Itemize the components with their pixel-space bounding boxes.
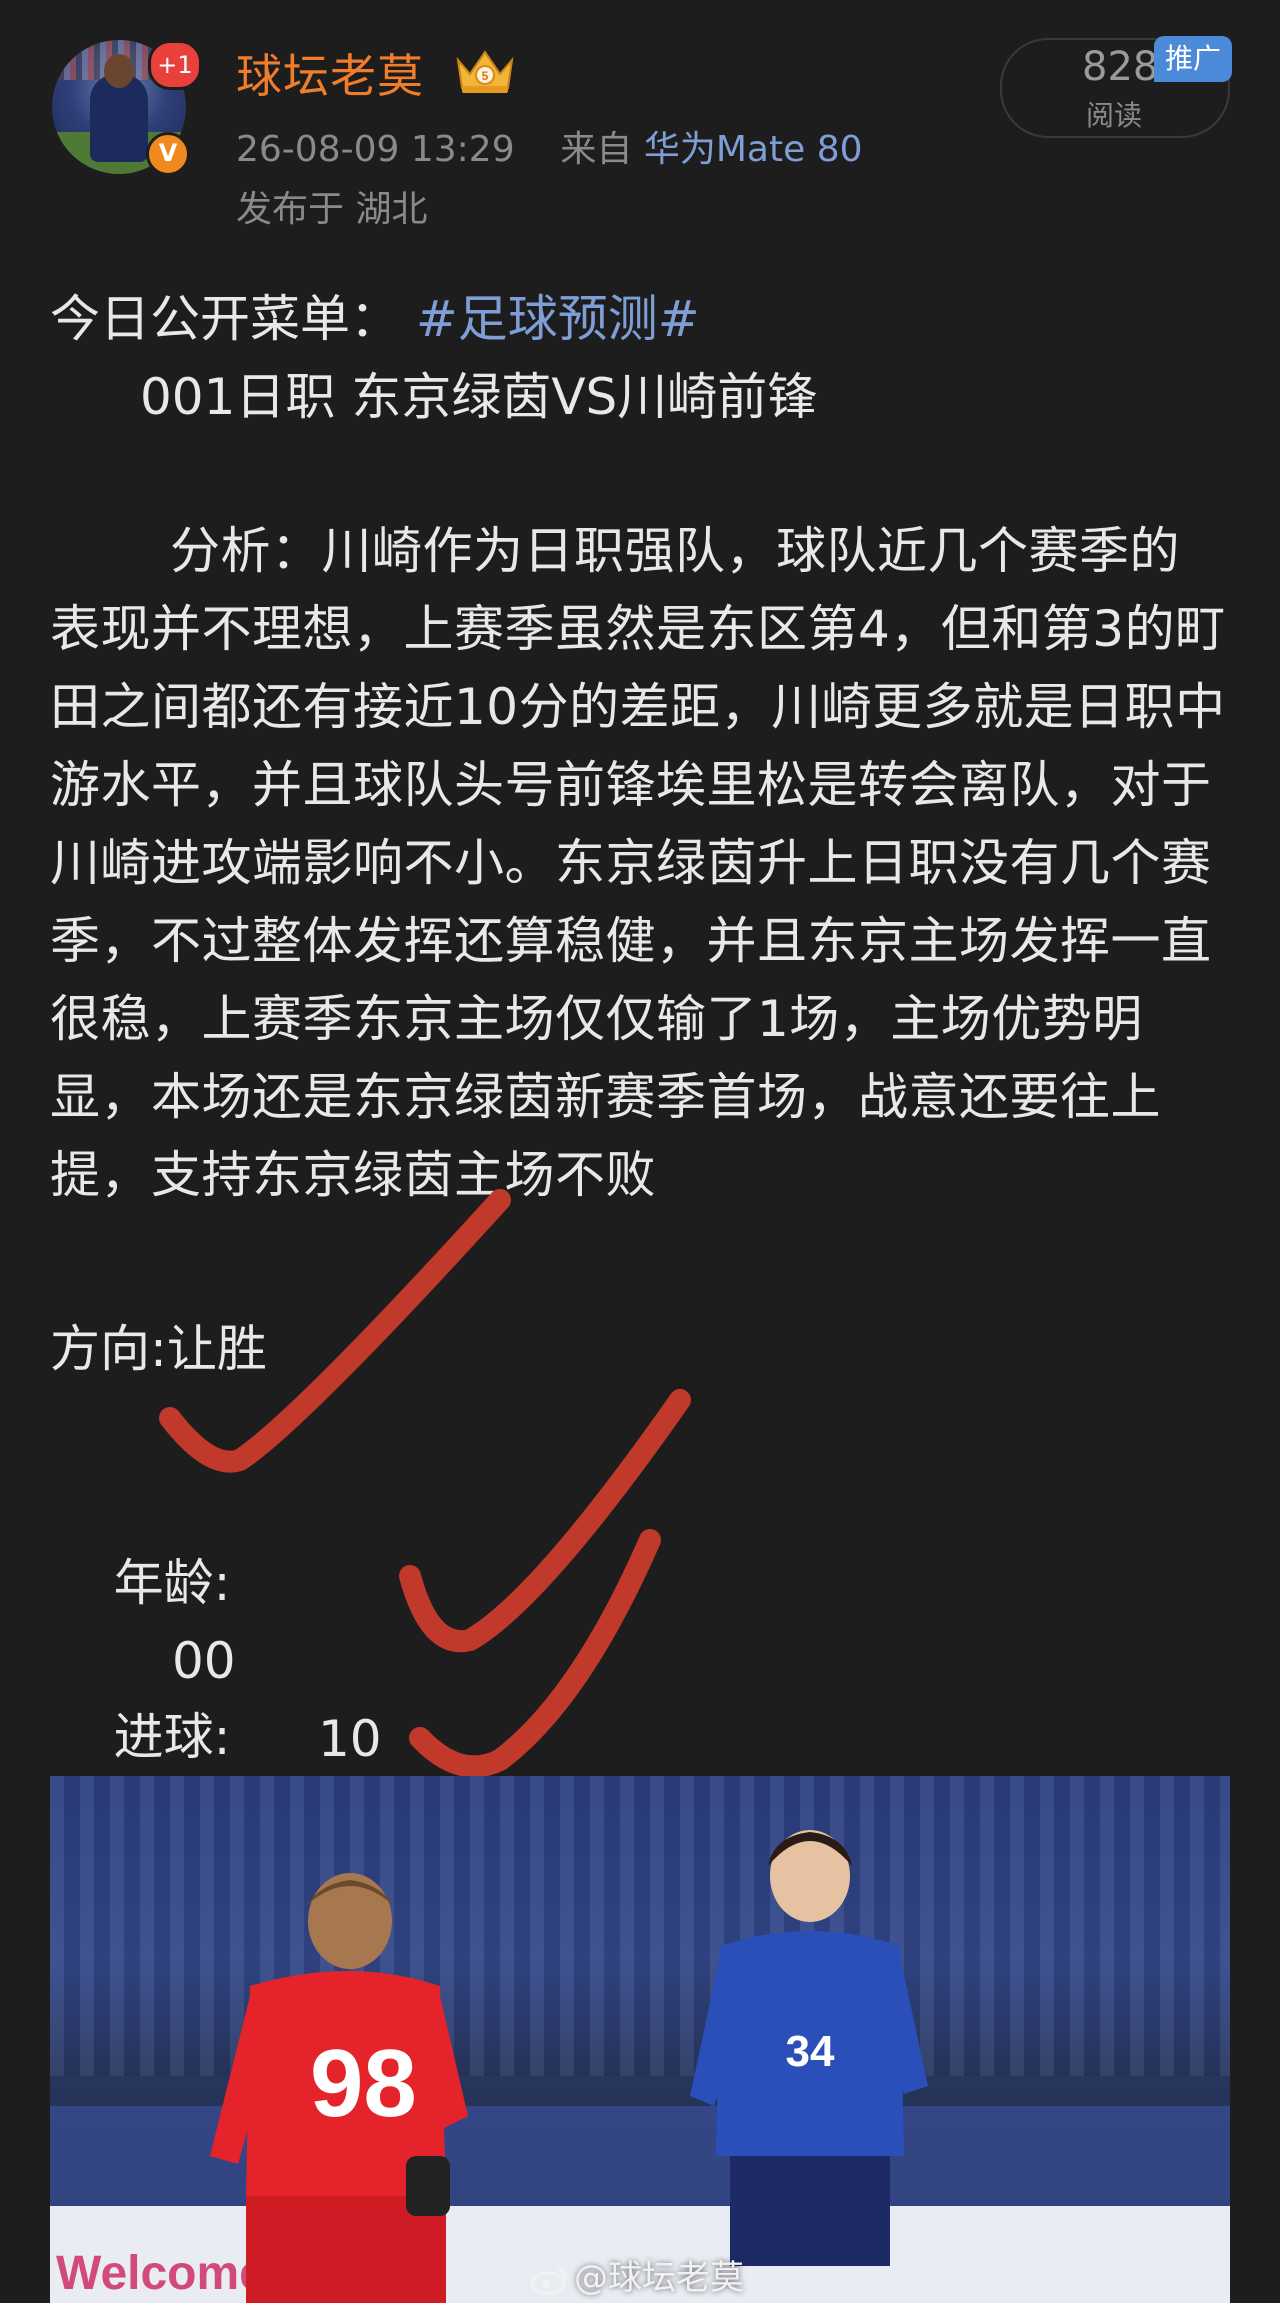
direction-label: 方向: xyxy=(50,1320,167,1378)
post-image[interactable]: Welcome 98 34 xyxy=(50,1776,1230,2303)
crown-icon: 5 xyxy=(456,50,514,93)
plus-badge: +1 xyxy=(148,40,202,90)
red-player-figure: 98 xyxy=(210,1873,468,2303)
username[interactable]: 球坛老莫 xyxy=(236,40,424,106)
red-player-number: 98 xyxy=(310,2030,417,2137)
svg-text:5: 5 xyxy=(482,69,489,83)
age-label: 年龄: xyxy=(113,1554,231,1612)
menu-intro: 今日公开菜单： xyxy=(50,290,400,348)
direction-value: 让胜 xyxy=(166,1320,267,1378)
match-title: 001日职 东京绿茵VS川崎前锋 xyxy=(140,368,818,426)
post-location: 发布于 湖北 xyxy=(236,189,428,230)
blue-player-figure: 34 xyxy=(690,1830,928,2266)
avatar-head xyxy=(104,54,134,88)
verified-badge: V xyxy=(146,132,190,176)
source-prefix: 来自 xyxy=(560,129,633,170)
check-mark-icon xyxy=(409,1529,661,1778)
weibo-icon xyxy=(530,2267,568,2294)
post-header: +1 V 球坛老莫 5 26-08-09 13:29 来自 华为Mate 80 … xyxy=(0,0,1280,250)
read-count: 828 xyxy=(1082,44,1159,90)
post-timestamp: 26-08-09 13:29 xyxy=(236,129,515,170)
check-mark-icon xyxy=(399,1389,691,1653)
post-meta: 26-08-09 13:29 来自 华为Mate 80 xyxy=(236,120,863,172)
watermark-text: @球坛老莫 xyxy=(574,2258,744,2298)
hashtag-link[interactable]: #足球预测# xyxy=(416,290,700,348)
device-link[interactable]: 华为Mate 80 xyxy=(644,129,863,170)
blue-player-number: 34 xyxy=(786,2027,835,2076)
image-watermark: @球坛老莫 xyxy=(530,2250,744,2299)
age-value: 10 xyxy=(318,1710,382,1768)
analysis-text: 分析：川崎作为日职强队，球队近几个赛季的表现并不理想，上赛季虽然是东区第4，但和… xyxy=(50,522,1226,1204)
promo-badge[interactable]: 推广 xyxy=(1154,36,1232,82)
menu-line: 今日公开菜单： #足球预测# xyxy=(50,280,700,358)
read-label: 阅读 xyxy=(1086,99,1143,132)
direction-row: 方向:让胜 xyxy=(50,1310,267,1388)
goals-label: 进球: xyxy=(113,1708,231,1766)
